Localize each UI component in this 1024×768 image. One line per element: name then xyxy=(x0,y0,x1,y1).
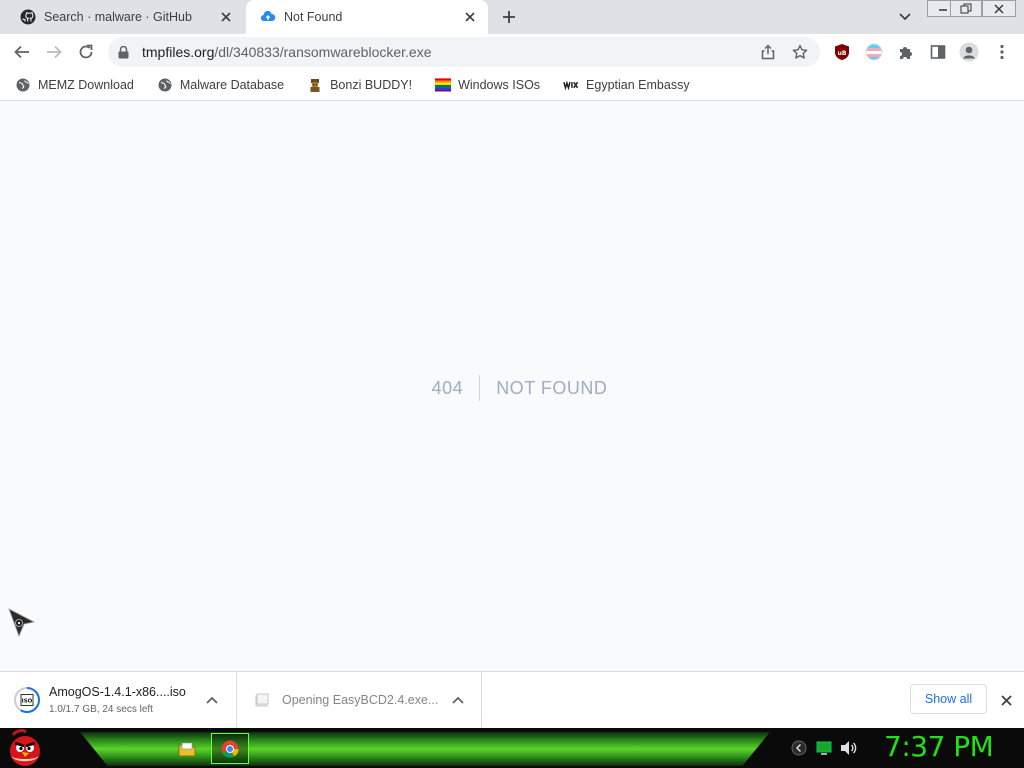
back-button[interactable] xyxy=(10,40,34,64)
taskbar: 7:37 PM xyxy=(0,728,1024,768)
bookmark-label: Malware Database xyxy=(179,78,285,92)
bookmark-windows-isos[interactable]: Windows ISOs xyxy=(428,72,540,98)
error-code: 404 xyxy=(432,375,481,401)
start-button-angry-bird-icon[interactable] xyxy=(2,728,48,768)
volume-icon[interactable] xyxy=(840,739,858,757)
tab-github-search[interactable]: Search · malware · GitHub xyxy=(8,0,244,34)
url-text[interactable]: tmpfiles.org/dl/340833/ransomwareblocker… xyxy=(142,44,432,60)
download-item[interactable]: Opening EasyBCD2.4.exe... xyxy=(237,672,482,728)
share-icon[interactable] xyxy=(758,44,778,60)
bookmark-label: Bonzi BUDDY! xyxy=(330,78,413,92)
svg-text:ISO: ISO xyxy=(22,699,33,705)
chrome-taskbar-icon[interactable] xyxy=(211,733,249,764)
lock-icon[interactable] xyxy=(118,45,132,59)
bookmark-label: Windows ISOs xyxy=(458,78,541,92)
tab-search-chevron-icon[interactable] xyxy=(895,8,915,26)
download-item[interactable]: ISO AmogOS-1.4.1-x86....iso 1.0/1.7 GB, … xyxy=(14,672,237,728)
reload-button[interactable] xyxy=(74,40,98,64)
bonzi-icon xyxy=(307,77,323,93)
not-found-message: 404 Not Found xyxy=(0,375,1024,401)
tab-title: Search · malware · GitHub xyxy=(44,10,192,24)
download-shelf: ISO AmogOS-1.4.1-x86....iso 1.0/1.7 GB, … xyxy=(0,671,1024,728)
side-panel-icon[interactable] xyxy=(926,40,950,64)
ublock-icon[interactable]: uB xyxy=(830,40,854,64)
page-content: 404 Not Found xyxy=(0,102,1024,671)
svg-text:uB: uB xyxy=(838,50,847,57)
bookmark-malware-database[interactable]: Malware Database xyxy=(150,72,284,98)
bookmarks-bar: MEMZ Download Malware Database Bonzi BUD… xyxy=(0,70,1024,101)
profile-avatar-icon[interactable] xyxy=(957,40,981,64)
taskbar-clock[interactable]: 7:37 PM xyxy=(884,730,994,763)
bookmark-bonzi-buddy[interactable]: Bonzi BUDDY! xyxy=(300,72,412,98)
download-progress-text: 1.0/1.7 GB, 24 secs left xyxy=(49,704,153,715)
forward-button[interactable] xyxy=(42,40,66,64)
bookmark-egyptian-embassy[interactable]: Egyptian Embassy xyxy=(556,72,690,98)
error-message: Not Found xyxy=(496,378,608,398)
tab-title: Not Found xyxy=(284,10,343,24)
network-monitor-icon[interactable] xyxy=(815,739,833,757)
close-shelf-icon[interactable] xyxy=(997,691,1015,709)
chevron-up-icon[interactable] xyxy=(204,692,220,708)
file-explorer-icon[interactable] xyxy=(168,733,206,764)
download-filename: Opening EasyBCD2.4.exe... xyxy=(282,693,439,707)
close-tab-icon[interactable] xyxy=(460,7,480,27)
globe-icon xyxy=(15,77,31,93)
extensions-puzzle-icon[interactable] xyxy=(894,40,918,64)
bookmark-star-icon[interactable] xyxy=(790,44,810,60)
download-filename: AmogOS-1.4.1-x86....iso xyxy=(49,685,186,699)
bookmark-label: MEMZ Download xyxy=(38,78,134,92)
wix-icon xyxy=(563,77,579,93)
tab-strip: Search · malware · GitHub Not Found xyxy=(0,0,1024,34)
github-icon xyxy=(20,9,36,25)
show-all-downloads-button[interactable]: Show all xyxy=(910,684,987,714)
address-bar[interactable]: tmpfiles.org/dl/340833/ransomwareblocker… xyxy=(108,37,820,67)
browser-toolbar: tmpfiles.org/dl/340833/ransomwareblocker… xyxy=(0,34,1024,70)
url-path: /dl/340833/ransomwareblocker.exe xyxy=(214,44,432,60)
mouse-cursor-icon xyxy=(8,608,36,643)
rainbow-flag-icon xyxy=(435,77,452,93)
exe-file-icon xyxy=(253,691,271,709)
tray-chevron-icon[interactable] xyxy=(790,739,808,757)
chevron-up-icon[interactable] xyxy=(450,692,466,708)
trans-flag-extension-icon[interactable] xyxy=(862,40,886,64)
restore-button[interactable] xyxy=(950,0,982,17)
close-window-button[interactable] xyxy=(982,0,1016,17)
new-tab-button[interactable] xyxy=(498,7,520,27)
iso-file-icon: ISO xyxy=(14,687,40,713)
cloud-upload-icon xyxy=(260,9,276,25)
bookmark-memz-download[interactable]: MEMZ Download xyxy=(8,72,134,98)
tab-not-found[interactable]: Not Found xyxy=(246,0,488,34)
url-host: tmpfiles.org xyxy=(142,44,215,60)
close-tab-icon[interactable] xyxy=(216,7,236,27)
menu-kebab-icon[interactable] xyxy=(990,40,1014,64)
globe-icon xyxy=(157,77,173,93)
bookmark-label: Egyptian Embassy xyxy=(586,78,690,92)
